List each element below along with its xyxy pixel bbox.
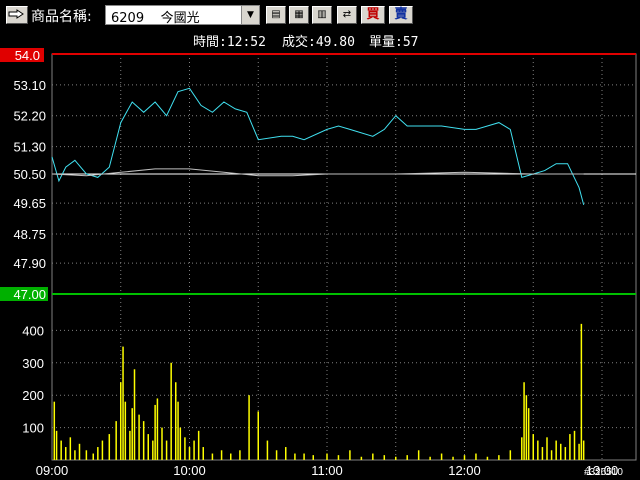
volume-tick-label: 200 (22, 388, 44, 403)
hand-pointer-icon[interactable] (6, 6, 28, 24)
chart-view-icon[interactable]: ▤ (266, 6, 286, 24)
chevron-down-icon[interactable]: ▼ (241, 6, 259, 24)
average-price-line (51, 168, 584, 177)
sell-button[interactable]: 賣 (389, 6, 413, 24)
volume-tick-label: 400 (22, 323, 44, 338)
volume-tick-label: 300 (22, 356, 44, 371)
price-tick-label: 51.30 (13, 140, 46, 155)
stock-label: 商品名稱: (31, 9, 92, 25)
toolbar: 商品名稱: 6209 今國光 ▼ ▤ ▦ ▥ ⇄ 買 賣 (0, 0, 640, 30)
upper-limit-label: 54.0 (15, 48, 40, 63)
price-tick-label: 49.65 (13, 196, 46, 211)
price-tick-label: 53.10 (13, 78, 46, 93)
price-tick-label: 47.90 (13, 256, 46, 271)
time-tick-label: 11:00 (311, 463, 343, 478)
price-tick-label: 48.75 (13, 227, 46, 242)
buy-button[interactable]: 買 (361, 6, 385, 24)
time-tick-label: 10:00 (173, 463, 206, 478)
price-axis: 53.10 52.20 51.30 50.50 49.65 48.75 47.90 (13, 78, 46, 271)
volume-axis: 400 300 200 100 (22, 323, 44, 435)
calendar-icon[interactable]: ▦ (289, 6, 309, 24)
record-count: #326510 (584, 467, 623, 478)
transfer-icon[interactable]: ⇄ (337, 6, 357, 24)
chart-grid (51, 53, 637, 461)
stock-code: 6209 (111, 11, 145, 26)
info-bar: 時間:12:52 成交:49.80 單量:57 (0, 30, 640, 50)
time-axis: 09:00 10:00 11:00 12:00 13:00 (36, 463, 619, 478)
hand-pointer-glyph (8, 9, 24, 19)
time-tick-label: 09:00 (36, 463, 69, 478)
volume-tick-label: 100 (22, 421, 44, 436)
chart-frame (51, 53, 637, 461)
volume-bars (53, 323, 585, 460)
price-tick-label: 52.20 (13, 109, 46, 124)
price-line (51, 87, 585, 206)
calculator-icon[interactable]: ▥ (312, 6, 332, 24)
stock-name: 今國光 (160, 11, 200, 26)
price-tick-label: 50.50 (13, 167, 46, 182)
lower-limit-label: 47.00 (13, 287, 46, 302)
intraday-chart: 53.10 52.20 51.30 50.50 49.65 48.75 47.90 400 3… (0, 48, 637, 478)
time-tick-label: 12:00 (448, 463, 481, 478)
stock-selector[interactable]: 6209 今國光 ▼ (105, 5, 260, 26)
stock-selector-value: 6209 今國光 (111, 7, 200, 26)
